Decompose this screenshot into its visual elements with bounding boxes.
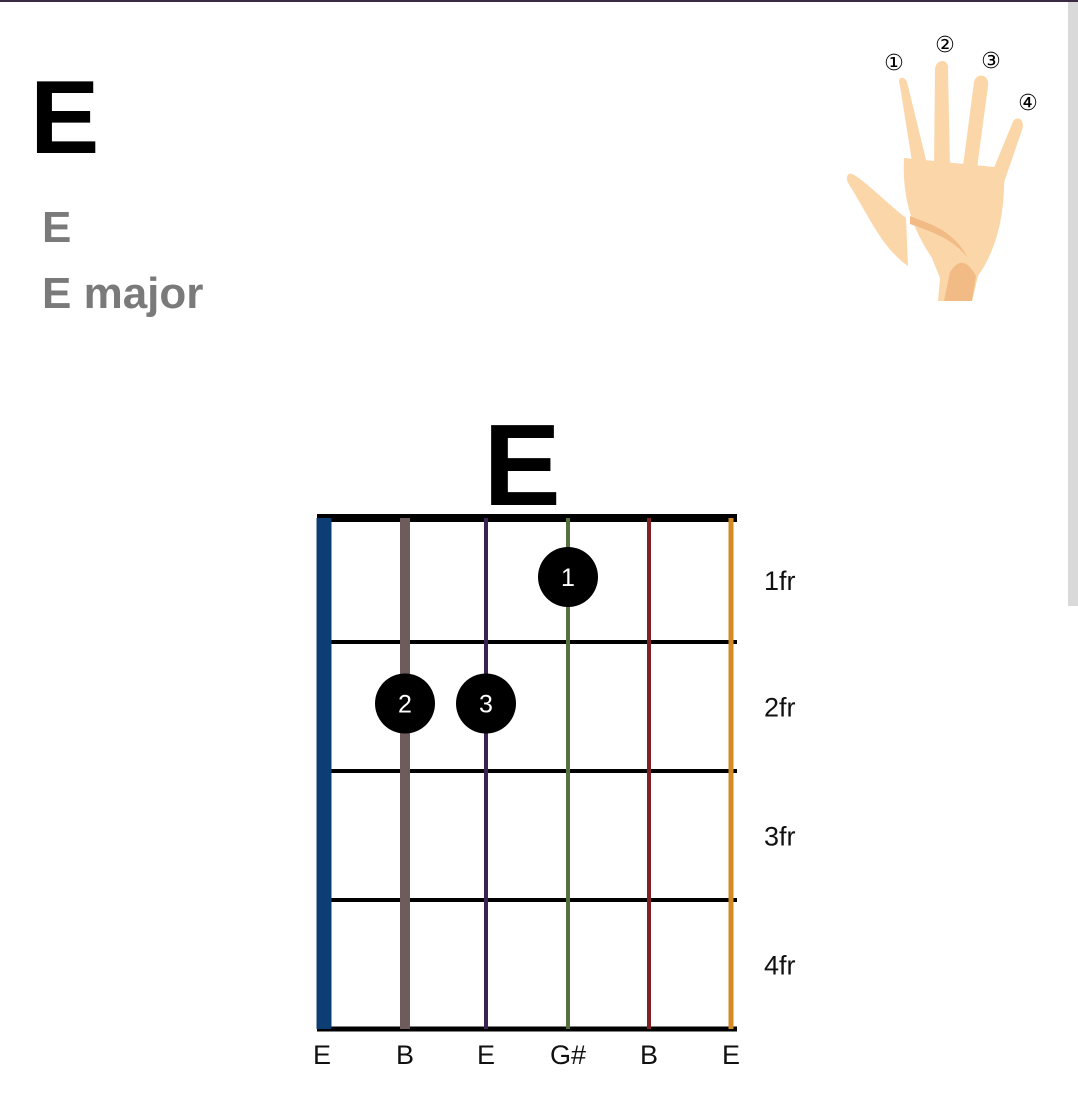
- hand-shape: [846, 61, 1023, 301]
- hand-fingering-icon: ① ② ③ ④: [846, 32, 1038, 301]
- string-note-label-4: G#: [550, 1040, 586, 1070]
- fret-label-4: 4fr: [764, 951, 796, 981]
- string-note-label-2: B: [396, 1040, 414, 1070]
- fret-lines: [317, 514, 737, 1032]
- string-note-label-1: E: [313, 1040, 331, 1070]
- finger-dot-label-3: 3: [479, 691, 493, 719]
- finger-dot-3: [456, 673, 516, 734]
- string-note-label-6: E: [722, 1040, 740, 1070]
- scrollbar[interactable]: [1068, 2, 1078, 606]
- finger-number-1: ①: [884, 50, 904, 75]
- finger-dot-1: [538, 547, 598, 607]
- finger-number-4: ④: [1018, 90, 1038, 115]
- chord-full-name: E major: [42, 269, 204, 318]
- top-border: [0, 0, 1078, 2]
- finger-dots: 1 2 3: [375, 547, 598, 734]
- chord-title: E: [30, 60, 100, 176]
- finger-number-2: ②: [935, 32, 955, 57]
- fret-label-3: 3fr: [764, 822, 796, 852]
- chord-short-name: E: [42, 203, 72, 252]
- finger-dot-label-1: 1: [561, 564, 575, 592]
- chord-diagram-title-group: E: [483, 400, 560, 530]
- string-lines: [316, 518, 734, 1029]
- fret-label-2: 2fr: [764, 693, 796, 723]
- chord-diagram-title: E: [483, 400, 560, 530]
- fret-label-1: 1fr: [764, 566, 796, 596]
- string-note-label-5: B: [640, 1040, 658, 1070]
- finger-dot-2: [375, 673, 435, 734]
- finger-dot-label-2: 2: [398, 691, 412, 719]
- diagram-labels: E B E G# B E 1fr 2fr 3fr 4fr: [313, 566, 796, 1070]
- finger-number-3: ③: [981, 48, 1001, 73]
- string-note-label-3: E: [477, 1040, 495, 1070]
